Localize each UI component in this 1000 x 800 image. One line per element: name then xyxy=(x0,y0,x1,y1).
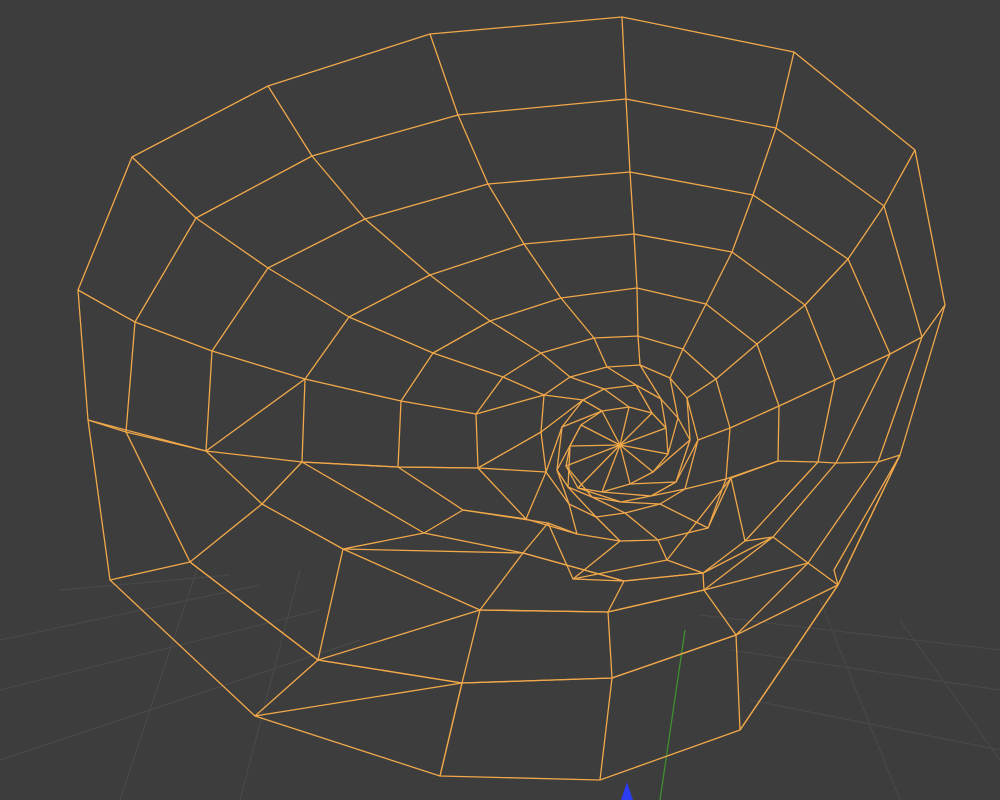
3d-viewport[interactable] xyxy=(0,0,1000,800)
y-axis-line xyxy=(659,629,686,800)
floor-grid xyxy=(0,559,1000,800)
z-axis-arrow-icon xyxy=(621,782,633,800)
viewport-canvas[interactable] xyxy=(0,0,1000,800)
selected-mesh-wireframe[interactable] xyxy=(77,16,946,781)
